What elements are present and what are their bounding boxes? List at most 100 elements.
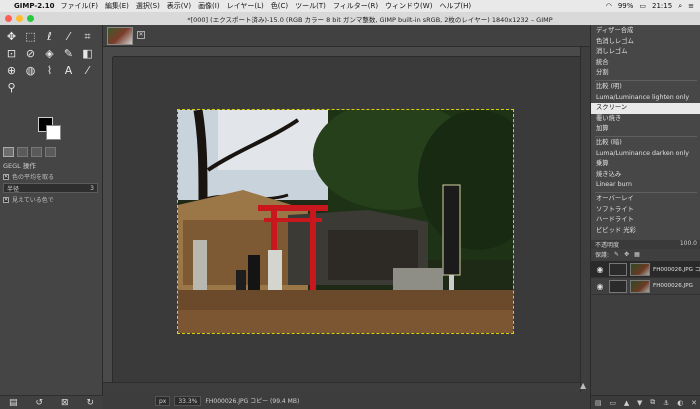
wifi-icon[interactable]: ◠ (606, 2, 612, 10)
mask-layer-icon[interactable]: ◐ (677, 399, 683, 407)
save-options-icon[interactable]: ▤ (9, 398, 18, 408)
layer-chain-slot[interactable] (609, 279, 627, 293)
menu-colors[interactable]: 色(C) (271, 1, 288, 11)
delete-layer-icon[interactable]: ✕ (691, 399, 697, 407)
menu-list-icon[interactable]: ≡ (688, 2, 694, 10)
new-layer-icon[interactable]: ▤ (595, 399, 602, 407)
navigate-icon[interactable]: ▲ (580, 382, 588, 390)
battery-icon[interactable]: ▭ (639, 2, 646, 10)
mode-luma-lighten[interactable]: Luma/Luminance lighten only (591, 93, 700, 104)
eraser-tool-icon[interactable]: ◧ (78, 45, 97, 62)
vertical-ruler[interactable] (103, 57, 113, 392)
unified-transform-tool-icon[interactable]: ⊡ (2, 45, 21, 62)
sample-average-option[interactable]: ✕ 色の平均を取る (0, 171, 103, 182)
device-status-tab-icon[interactable] (17, 146, 28, 157)
layer-chain-slot[interactable] (609, 262, 627, 276)
app-menu[interactable]: GIMP-2.10 (14, 2, 55, 10)
menu-edit[interactable]: 編集(E) (105, 1, 129, 11)
menu-windows[interactable]: ウィンドウ(W) (385, 1, 432, 11)
fuzzy-select-tool-icon[interactable]: ⁄ (59, 28, 78, 45)
menu-layer[interactable]: レイヤー(L) (227, 1, 264, 11)
radius-spinbox[interactable]: 半径 3 (3, 183, 98, 193)
menu-file[interactable]: ファイル(F) (61, 1, 99, 11)
paintbrush-tool-icon[interactable]: ✎ (59, 45, 78, 62)
lower-layer-icon[interactable]: ▼ (637, 399, 642, 407)
ruler-corner[interactable] (103, 47, 113, 57)
raise-layer-icon[interactable]: ▲ (624, 399, 629, 407)
tool-options-tab-icon[interactable] (3, 146, 14, 157)
close-window-icon[interactable] (5, 15, 12, 22)
sample-merged-checkbox[interactable]: ✕ (3, 196, 9, 203)
mode-dodge[interactable]: 覆い焼き (591, 114, 700, 125)
mode-color-erase[interactable]: 色消しレゴム (591, 37, 700, 48)
mode-addition[interactable]: 加算 (591, 124, 700, 135)
rect-select-tool-icon[interactable]: ⬚ (21, 28, 40, 45)
menu-select[interactable]: 選択(S) (136, 1, 160, 11)
horizontal-ruler[interactable] (113, 47, 580, 57)
unit-select[interactable]: px (155, 395, 171, 406)
visibility-eye-icon[interactable]: ◉ (594, 282, 606, 291)
mode-lighten-only[interactable]: 比較 (明) (591, 82, 700, 93)
smudge-tool-icon[interactable]: ◍ (21, 62, 40, 79)
clone-tool-icon[interactable]: ⊕ (2, 62, 21, 79)
mode-burn[interactable]: 焼き込み (591, 170, 700, 181)
menu-tools[interactable]: ツール(T) (295, 1, 326, 11)
color-swatches[interactable] (38, 117, 68, 147)
background-color[interactable] (46, 125, 61, 140)
opacity-value[interactable]: 100.0 (680, 240, 697, 249)
mode-overlay[interactable]: オーバーレイ (591, 194, 700, 205)
text-tool-icon[interactable]: A (59, 62, 78, 79)
mode-soft-light[interactable]: ソフトライト (591, 205, 700, 216)
menu-filters[interactable]: フィルター(R) (333, 1, 378, 11)
paths-tool-icon[interactable]: ⌇ (40, 62, 59, 79)
new-group-icon[interactable]: ▭ (609, 399, 616, 407)
zoom-window-icon[interactable] (27, 15, 34, 22)
bucket-fill-tool-icon[interactable]: ◈ (40, 45, 59, 62)
reset-options-icon[interactable]: ↻ (86, 398, 94, 408)
zoom-tool-icon[interactable]: ⚲ (2, 79, 21, 96)
mode-merge[interactable]: 統合 (591, 58, 700, 69)
mode-vivid-light[interactable]: ビビッド 光彩 (591, 226, 700, 237)
menu-view[interactable]: 表示(V) (167, 1, 191, 11)
mode-split[interactable]: 分割 (591, 68, 700, 79)
warp-tool-icon[interactable]: ⊘ (21, 45, 40, 62)
image-tab-thumbnail[interactable] (107, 27, 133, 45)
search-icon[interactable]: ⌕ (678, 2, 682, 11)
images-tab-icon[interactable] (45, 146, 56, 157)
move-tool-icon[interactable]: ✥ (2, 28, 21, 45)
minimize-window-icon[interactable] (16, 15, 23, 22)
canvas-image[interactable] (177, 109, 514, 334)
lock-pixels-icon[interactable]: ✎ (614, 251, 619, 258)
color-picker-tool-icon[interactable]: ⁄ (78, 62, 97, 79)
mode-dither[interactable]: ディザー合成 (591, 26, 700, 37)
layer-row[interactable]: ◉ FH000026.JPG (591, 278, 700, 295)
lock-position-icon[interactable]: ✥ (624, 251, 629, 258)
mode-erase[interactable]: 消しレゴム (591, 47, 700, 58)
layer-name[interactable]: FH000026.JPG (653, 283, 693, 289)
anchor-layer-icon[interactable]: ⚓ (663, 399, 669, 407)
sample-average-checkbox[interactable]: ✕ (3, 173, 9, 180)
zoom-select[interactable]: 33.3% (174, 395, 202, 406)
layer-name[interactable]: FH000026.JPG コ (653, 265, 700, 273)
menu-image[interactable]: 画像(I) (198, 1, 220, 11)
mode-linear-burn[interactable]: Linear burn (591, 180, 700, 191)
mode-multiply[interactable]: 乗算 (591, 159, 700, 170)
visibility-eye-icon[interactable]: ◉ (594, 265, 606, 274)
clock[interactable]: 21:15 (652, 2, 672, 10)
undo-history-tab-icon[interactable] (31, 146, 42, 157)
mode-screen[interactable]: スクリーン (591, 103, 700, 114)
lasso-tool-icon[interactable]: ℓ (40, 28, 59, 45)
crop-tool-icon[interactable]: ⌗ (78, 28, 97, 45)
opacity-control[interactable]: 不透明度 100.0 (591, 240, 700, 249)
sample-merged-option[interactable]: ✕ 見えている色で (0, 194, 103, 205)
duplicate-layer-icon[interactable]: ⧉ (650, 398, 655, 407)
horizontal-scrollbar[interactable] (103, 382, 580, 392)
close-tab-icon[interactable]: ✕ (137, 31, 145, 39)
vertical-scrollbar[interactable] (580, 47, 590, 392)
mode-luma-darken[interactable]: Luma/Luminance darken only (591, 149, 700, 160)
delete-options-icon[interactable]: ⊠ (61, 398, 69, 408)
restore-options-icon[interactable]: ↺ (35, 398, 43, 408)
lock-alpha-icon[interactable]: ▦ (634, 251, 640, 258)
mode-hard-light[interactable]: ハードライト (591, 215, 700, 226)
layer-row[interactable]: ◉ FH000026.JPG コ (591, 261, 700, 278)
